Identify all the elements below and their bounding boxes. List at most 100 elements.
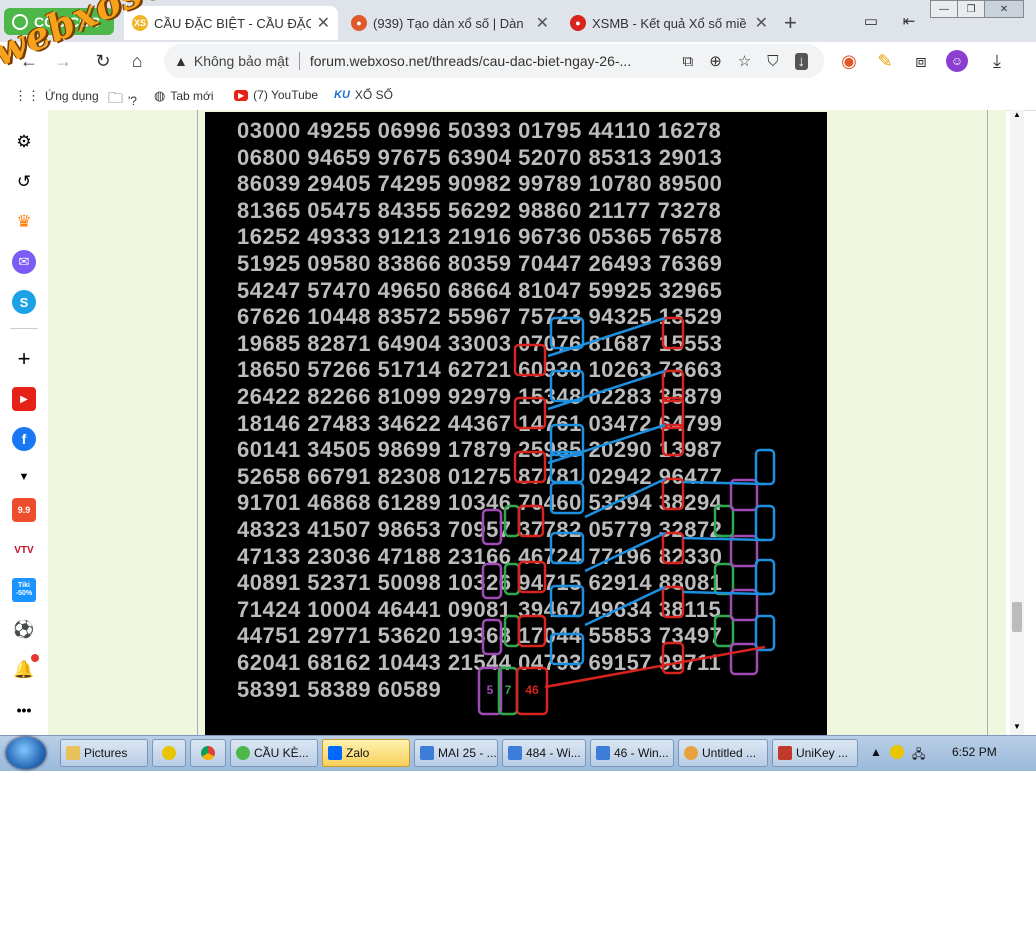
- green-marker-box: [713, 562, 735, 596]
- scrollbar-thumb[interactable]: [1012, 602, 1022, 632]
- restore-button[interactable]: ❐: [957, 0, 985, 18]
- taskbar-coccoc[interactable]: CẦU KÈ...: [230, 739, 318, 767]
- close-icon[interactable]: ✕: [755, 13, 768, 33]
- bookmark-label: Tab mới: [170, 89, 214, 103]
- blue-marker-box: [549, 632, 585, 666]
- tab-cau-dac-biet[interactable]: XS CẦU ĐẶC BIỆT - CẦU ĐẶC BIỆT ✕: [124, 6, 338, 40]
- taskbar-label: UniKey ...: [796, 746, 849, 760]
- bookmark-youtube[interactable]: ▶ (7) YouTube: [234, 88, 318, 102]
- ku-icon: KU: [334, 89, 350, 101]
- bookmark-apps[interactable]: ⋮⋮ Ứng dụng: [14, 88, 99, 104]
- xsmb-icon: ●: [570, 15, 586, 31]
- pencil-icon[interactable]: ✎: [874, 50, 896, 72]
- taskbar-unikey-plus[interactable]: [152, 739, 186, 767]
- taskbar-zalo[interactable]: Zalo: [322, 739, 410, 767]
- minimize-button[interactable]: —: [930, 0, 958, 18]
- shopee-icon[interactable]: 9.9: [12, 498, 36, 522]
- reload-icon[interactable]: ↻: [92, 50, 114, 72]
- shield-icon[interactable]: ⛉: [767, 53, 778, 70]
- prediction-label: 5: [487, 683, 494, 697]
- screenshot-icon[interactable]: ▭: [860, 10, 882, 32]
- more-icon[interactable]: •••: [12, 698, 36, 722]
- bookmark-xo-so[interactable]: KU XỔ SỐ: [334, 88, 393, 102]
- home-icon[interactable]: ⌂: [126, 50, 148, 72]
- taskbar-484[interactable]: 484 - Wi...: [502, 739, 586, 767]
- clock[interactable]: 6:52 PM: [952, 745, 997, 759]
- chrome-icon: [201, 746, 215, 760]
- tab-tao-dan-xo-so[interactable]: ● (939) Tạo dàn xổ số | Dàn ✕: [343, 6, 557, 40]
- red-marker-box: [513, 450, 547, 484]
- start-button[interactable]: [6, 737, 46, 769]
- crown-icon[interactable]: ♛: [12, 210, 36, 234]
- messenger-icon[interactable]: ✉: [12, 250, 36, 274]
- taskbar-pictures[interactable]: Pictures: [60, 739, 148, 767]
- swirl-icon: ●: [351, 15, 367, 31]
- scroll-up-icon[interactable]: ▲: [1013, 110, 1021, 119]
- taskbar-untitled-paint[interactable]: Untitled ...: [678, 739, 768, 767]
- vertical-scrollbar[interactable]: ▲ ▼: [1010, 110, 1024, 735]
- prediction-label: 46: [525, 683, 539, 697]
- url-text[interactable]: forum.webxoso.net/threads/cau-dac-biet-n…: [310, 53, 683, 69]
- cast-icon[interactable]: ⧉: [682, 53, 693, 70]
- taskbar-label: CẦU KÈ...: [254, 746, 309, 760]
- red-marker-box: [661, 396, 685, 430]
- close-window-button[interactable]: ✕: [984, 0, 1024, 18]
- taskbar-unikey[interactable]: UniKey ...: [772, 739, 858, 767]
- download-icon[interactable]: ⤓: [986, 50, 1008, 72]
- facebook-icon[interactable]: f: [12, 427, 36, 451]
- blue-connector-line: [547, 316, 666, 358]
- skype-icon[interactable]: S: [12, 290, 36, 314]
- blue-connector-line: [584, 531, 666, 573]
- notification-dot: [31, 654, 39, 662]
- profile-avatar-icon[interactable]: ☺: [946, 50, 968, 72]
- purple-marker-box: [481, 508, 503, 546]
- red-marker-box: [661, 531, 685, 565]
- tray-expand-icon[interactable]: ▲: [870, 745, 882, 759]
- star-icon[interactable]: ☆: [738, 52, 751, 70]
- tab-title: XSMB - Kết quả Xổ số miề: [592, 15, 747, 31]
- blue-connector-line: [682, 536, 766, 542]
- forward-icon[interactable]: →: [52, 50, 74, 72]
- zalo-icon: [328, 746, 342, 760]
- close-icon[interactable]: ✕: [536, 13, 549, 33]
- back-arrow-icon[interactable]: ⇤: [898, 10, 920, 32]
- zoom-icon[interactable]: ⊕: [709, 52, 722, 70]
- tiki-icon[interactable]: Tiki -50%: [12, 578, 36, 602]
- address-bar[interactable]: ▲ Không bảo mật forum.webxoso.net/thread…: [164, 44, 824, 78]
- add-icon[interactable]: +: [12, 346, 36, 371]
- blue-marker-box: [549, 584, 585, 618]
- history-icon[interactable]: ↺: [12, 170, 36, 194]
- settings-icon[interactable]: ⚙: [12, 130, 36, 154]
- window-icon: [420, 746, 434, 760]
- coccoc-icon: [236, 746, 250, 760]
- taskbar-chrome[interactable]: [190, 739, 226, 767]
- youtube-icon[interactable]: ▶: [12, 387, 36, 411]
- warning-icon[interactable]: ▲: [174, 53, 188, 69]
- security-label[interactable]: Không bảo mật: [194, 53, 289, 69]
- taskbar-46[interactable]: 46 - Win...: [590, 739, 674, 767]
- download-page-icon[interactable]: ↓: [794, 52, 808, 70]
- extension-color-icon[interactable]: ◉: [838, 50, 860, 72]
- globe-icon: ◍: [154, 88, 166, 103]
- bookmark-label: Ứng dụng: [45, 89, 99, 103]
- network-icon[interactable]: 🖧: [912, 745, 925, 766]
- taskbar-label: Untitled ...: [702, 746, 757, 760]
- unikey-icon: [778, 746, 792, 760]
- bookmark-label: '?: [128, 93, 137, 108]
- vtv-icon[interactable]: VTV: [12, 538, 36, 562]
- new-tab-button[interactable]: +: [784, 10, 797, 36]
- taskbar-label: MAI 25 - ...: [438, 746, 497, 760]
- red-marker-box: [513, 396, 547, 430]
- taskbar-label: 46 - Win...: [614, 746, 669, 760]
- unikey-tray-icon[interactable]: [890, 745, 904, 759]
- chevron-down-icon[interactable]: ▼: [12, 465, 36, 489]
- close-icon[interactable]: ✕: [317, 13, 330, 33]
- red-marker-box: [661, 423, 685, 457]
- scroll-down-icon[interactable]: ▼: [1013, 722, 1021, 731]
- bookmark-new-tab[interactable]: ◍ Tab mới: [154, 88, 214, 104]
- puzzle-icon[interactable]: ⧈: [910, 50, 932, 72]
- prediction-label: 7: [505, 683, 512, 697]
- soccer-icon[interactable]: ⚽: [12, 618, 36, 642]
- tab-xsmb[interactable]: ● XSMB - Kết quả Xổ số miề ✕: [562, 6, 776, 40]
- taskbar-mai-25[interactable]: MAI 25 - ...: [414, 739, 498, 767]
